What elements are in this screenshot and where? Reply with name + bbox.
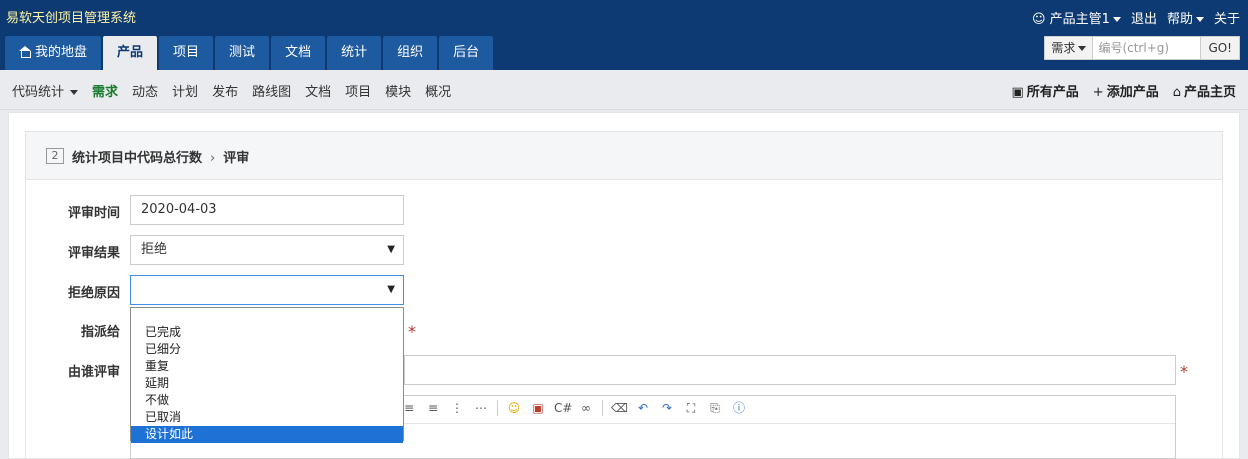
ordered-list-icon[interactable]: ⋮ bbox=[449, 400, 465, 416]
reject-reason-dropdown: 已完成 已细分 重复 延期 不做 已取消 设计如此 bbox=[130, 307, 404, 443]
story-title[interactable]: 统计项目中代码总行数 bbox=[72, 151, 202, 166]
search-box: 需求 编号(ctrl+g) GO! bbox=[1044, 36, 1240, 60]
dropdown-option-highlighted[interactable]: 设计如此 bbox=[131, 426, 403, 443]
tab-test[interactable]: 测试 bbox=[215, 36, 270, 70]
product-home-link[interactable]: ⌂ 产品主页 bbox=[1173, 81, 1236, 100]
subnav-item-overview[interactable]: 概况 bbox=[425, 81, 451, 100]
user-icon: ☺ bbox=[1031, 12, 1046, 27]
story-id-badge: 2 bbox=[46, 148, 64, 164]
dropdown-option[interactable]: 已取消 bbox=[131, 409, 403, 426]
assign-to-label: 指派给 bbox=[80, 325, 120, 340]
help-icon[interactable]: ⓘ bbox=[731, 400, 747, 416]
tab-my[interactable]: 我的地盘 bbox=[5, 36, 102, 70]
subnav-item-code-stats[interactable]: 代码统计 bbox=[12, 81, 79, 100]
dropdown-option[interactable]: 已完成 bbox=[131, 324, 403, 341]
unordered-list-icon[interactable]: ⋯ bbox=[473, 400, 489, 416]
tab-company[interactable]: 组织 bbox=[383, 36, 438, 70]
home-icon bbox=[19, 46, 31, 58]
subnav-item-release[interactable]: 发布 bbox=[212, 81, 238, 100]
review-result-label: 评审结果 bbox=[67, 246, 120, 261]
tab-report[interactable]: 统计 bbox=[327, 36, 382, 70]
page-title: 评审 bbox=[223, 151, 250, 166]
image-icon[interactable]: ▣ bbox=[530, 400, 546, 416]
subnav-item-plan[interactable]: 计划 bbox=[172, 81, 198, 100]
undo-icon[interactable]: ↶ bbox=[635, 400, 651, 416]
subnav-item-dynamic[interactable]: 动态 bbox=[132, 81, 158, 100]
sub-nav-right: ▣ 所有产品 + 添加产品 ⌂ 产品主页 bbox=[1011, 81, 1236, 100]
subnav-item-roadmap[interactable]: 路线图 bbox=[252, 81, 291, 100]
cube-icon: ▣ bbox=[1011, 85, 1024, 100]
required-mark-icon: * bbox=[408, 322, 416, 341]
panel-header: 2 统计项目中代码总行数 › 评审 bbox=[26, 132, 1222, 180]
user-menu: ☺ 产品主管1 退出 帮助 关于 bbox=[1032, 8, 1240, 27]
editor-toolbar: ≡ ≡ ⋮ ⋯ ☺ ▣ C# ∞ ⌫ ↶ ↷ ⛶ ⎘ ⓘ bbox=[401, 400, 747, 416]
required-mark-icon: * bbox=[1180, 362, 1188, 381]
chevron-down-icon bbox=[1112, 17, 1121, 22]
subnav-item-project[interactable]: 项目 bbox=[345, 81, 371, 100]
search-go-button[interactable]: GO! bbox=[1201, 36, 1240, 60]
emoticon-icon[interactable]: ☺ bbox=[506, 400, 522, 416]
chevron-down-icon bbox=[1195, 17, 1204, 22]
dropdown-arrow-icon: ▼ bbox=[387, 284, 395, 295]
eraser-icon[interactable]: ⌫ bbox=[611, 400, 628, 416]
main-nav: 我的地盘 产品 项目 测试 文档 统计 组织 后台 bbox=[5, 36, 494, 70]
about-link[interactable]: 关于 bbox=[1214, 8, 1240, 27]
tab-doc[interactable]: 文档 bbox=[271, 36, 326, 70]
sub-nav: 代码统计 需求 动态 计划 发布 路线图 文档 项目 模块 概况 ▣ 所有产品 +… bbox=[0, 70, 1248, 110]
code-icon[interactable]: C# bbox=[554, 400, 572, 416]
tab-admin[interactable]: 后台 bbox=[439, 36, 494, 70]
subnav-item-doc[interactable]: 文档 bbox=[305, 81, 331, 100]
help-dropdown[interactable]: 帮助 bbox=[1167, 8, 1204, 27]
dropdown-option[interactable]: 延期 bbox=[131, 375, 403, 392]
search-type-select[interactable]: 需求 bbox=[1044, 36, 1094, 60]
reject-reason-label: 拒绝原因 bbox=[67, 286, 120, 301]
app-title[interactable]: 易软天创项目管理系统 bbox=[6, 7, 136, 26]
dropdown-arrow-icon: ▼ bbox=[387, 244, 395, 255]
search-input[interactable]: 编号(ctrl+g) bbox=[1093, 36, 1202, 60]
breadcrumb: 统计项目中代码总行数 › 评审 bbox=[72, 147, 249, 166]
toolbar-divider bbox=[602, 400, 603, 416]
subnav-item-story[interactable]: 需求 bbox=[92, 81, 118, 100]
redo-icon[interactable]: ↷ bbox=[659, 400, 675, 416]
fullscreen-icon[interactable]: ⛶ bbox=[683, 400, 699, 416]
subnav-item-module[interactable]: 模块 bbox=[385, 81, 411, 100]
breadcrumb-separator-icon: › bbox=[210, 151, 216, 166]
reviewer-label: 由谁评审 bbox=[67, 365, 120, 380]
toolbar-divider bbox=[497, 400, 498, 416]
logout-link[interactable]: 退出 bbox=[1131, 8, 1157, 27]
reviewer-input[interactable] bbox=[404, 355, 1176, 385]
dropdown-option[interactable] bbox=[131, 308, 403, 324]
tab-project[interactable]: 项目 bbox=[159, 36, 214, 70]
chevron-down-icon bbox=[1078, 46, 1087, 51]
all-products-link[interactable]: ▣ 所有产品 bbox=[1011, 81, 1078, 100]
tab-product[interactable]: 产品 bbox=[103, 36, 158, 70]
chevron-down-icon bbox=[70, 90, 79, 95]
home-icon: ⌂ bbox=[1172, 85, 1181, 100]
top-header: 易软天创项目管理系统 ☺ 产品主管1 退出 帮助 关于 我的地盘 产品 项目 测… bbox=[0, 0, 1248, 70]
link-icon[interactable]: ∞ bbox=[578, 400, 594, 416]
reject-reason-select[interactable]: ▼ bbox=[130, 275, 404, 305]
sub-nav-left: 代码统计 需求 动态 计划 发布 路线图 文档 项目 模块 概况 bbox=[12, 81, 451, 100]
source-icon[interactable]: ⎘ bbox=[707, 400, 723, 416]
dropdown-option[interactable]: 已细分 bbox=[131, 341, 403, 358]
review-date-input[interactable]: 2020-04-03 bbox=[130, 195, 404, 225]
dropdown-option[interactable]: 不做 bbox=[131, 392, 403, 409]
align-right-icon[interactable]: ≡ bbox=[425, 400, 441, 416]
review-result-select[interactable]: 拒绝 ▼ bbox=[130, 235, 404, 265]
review-date-label: 评审时间 bbox=[67, 206, 120, 221]
plus-icon: + bbox=[1092, 85, 1104, 100]
add-product-link[interactable]: + 添加产品 bbox=[1093, 81, 1159, 100]
user-dropdown[interactable]: ☺ 产品主管1 bbox=[1032, 8, 1121, 27]
dropdown-option[interactable]: 重复 bbox=[131, 358, 403, 375]
